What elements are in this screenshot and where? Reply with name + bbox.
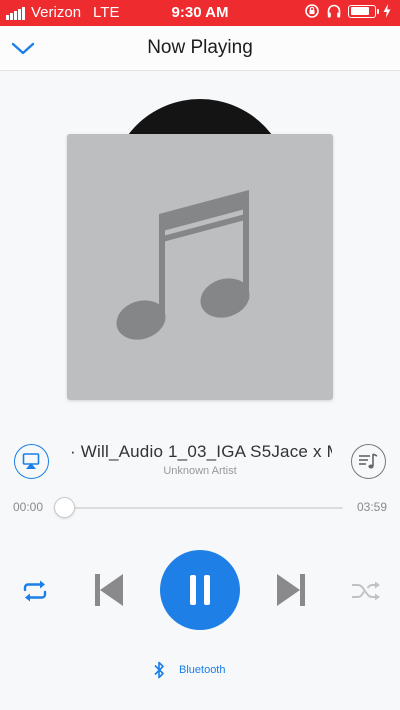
- elapsed-time: 00:00: [13, 500, 44, 514]
- playlist-icon: [359, 453, 378, 469]
- shuffle-icon[interactable]: [350, 579, 382, 603]
- rotation-lock-icon: [305, 4, 319, 18]
- bluetooth-icon: [154, 661, 164, 679]
- status-bar: Verizon LTE 9:30 AM: [0, 0, 400, 26]
- progress-thumb[interactable]: [53, 497, 75, 518]
- status-bar-right: [298, 3, 392, 19]
- header: Now Playing: [0, 26, 400, 71]
- pause-button[interactable]: [160, 550, 240, 630]
- track-artist: Unknown Artist: [163, 465, 237, 477]
- skip-previous-icon[interactable]: [93, 572, 125, 608]
- queue-button[interactable]: [351, 444, 386, 479]
- progress-bar[interactable]: [64, 507, 343, 509]
- charging-icon: [383, 4, 391, 18]
- page-title: Now Playing: [147, 37, 253, 58]
- repeat-icon[interactable]: [19, 578, 51, 604]
- bluetooth-label[interactable]: Bluetooth: [179, 664, 225, 676]
- track-title: · Will_Audio 1_03_IGA S5Jace x M: [70, 442, 332, 461]
- skip-next-icon[interactable]: [275, 572, 307, 608]
- music-note-icon: [116, 190, 250, 340]
- track-title-marquee: · Will_Audio 1_03_IGA S5Jace x M: [70, 440, 332, 464]
- battery-icon: [348, 4, 379, 18]
- album-artwork: [67, 134, 333, 400]
- headphones-icon: [327, 4, 341, 18]
- total-time: 03:59: [356, 500, 387, 514]
